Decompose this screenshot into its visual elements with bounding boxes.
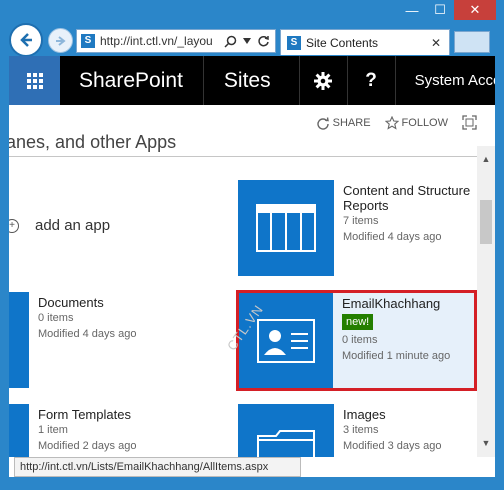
tab-title: Site Contents [306,35,379,50]
tile-name: Documents [38,295,104,310]
site-contents-page: SHARE FOLLOW anes, and other Apps + add … [9,105,477,457]
tile-modified: Modified 4 days ago [343,231,442,243]
window-border-right [495,59,504,477]
scrollbar-thumb[interactable] [480,200,492,244]
settings-button[interactable] [298,56,347,105]
address-bar[interactable]: S http://int.ctl.vn/_layou [76,29,276,53]
refresh-icon[interactable] [257,35,270,48]
tile-name: EmailKhachhang [342,296,441,311]
tile-item-count: 3 items [343,424,379,436]
back-arrow-icon [20,33,32,47]
page-actions: SHARE FOLLOW [316,115,477,130]
window-controls: — ☐ ✕ [398,0,496,22]
new-tab-button[interactable] [454,31,490,53]
tile-name: Content and Structure [343,183,471,198]
section-title: anes, and other Apps [9,132,177,152]
gear-icon [314,71,333,90]
tab-site-contents[interactable]: S Site Contents ✕ [280,29,450,55]
tile-modified: Modified 3 days ago [343,440,442,452]
status-bar-url: http://int.ctl.vn/Lists/EmailKhachhang/A… [14,457,301,477]
star-icon [384,115,399,130]
form-library-icon [9,404,29,457]
vertical-scrollbar[interactable]: ▲ ▼ [477,146,495,457]
forward-arrow-icon [55,35,66,46]
tile-item-count: 0 items [342,334,378,346]
account-menu[interactable]: System Acco [394,56,495,105]
tile-item-count: 7 items [343,215,379,227]
app-tile-content-structure-reports[interactable]: Content and Structure Reports 7 items Mo… [238,180,470,276]
share-button[interactable]: SHARE [316,116,371,130]
tab-close-icon[interactable]: ✕ [431,36,449,50]
search-icon[interactable] [224,35,237,48]
follow-label: FOLLOW [401,116,448,129]
app-launcher-button[interactable] [9,56,60,105]
sites-link[interactable]: Sites [204,56,299,105]
list-icon [238,180,334,276]
app-tile-emailkhachhang[interactable]: EmailKhachhang new! 0 items Modified 1 m… [239,293,450,388]
add-circle-icon: + [9,218,19,233]
tile-modified: Modified 4 days ago [38,328,137,340]
section-divider [9,156,477,157]
help-button[interactable]: ? [346,56,395,105]
share-icon [316,116,329,130]
tile-name: Images [343,407,386,422]
back-button[interactable] [9,23,43,57]
scroll-down-icon[interactable]: ▼ [477,434,495,452]
add-an-app-link[interactable]: + add an app [9,217,110,234]
waffle-icon [26,72,43,89]
sharepoint-favicon-icon: S [287,35,301,50]
share-label: SHARE [332,116,371,129]
window-border-bottom [0,477,504,490]
close-button[interactable]: ✕ [454,0,496,20]
tile-name-line2: Reports [343,198,389,213]
suite-bar: SharePoint Sites ? System Acco [9,56,495,105]
app-tile-documents[interactable]: Documents 0 items Modified 4 days ago [9,292,136,388]
dropdown-icon[interactable] [243,38,251,44]
document-library-icon [9,292,29,388]
app-tile-images[interactable]: Images 3 items Modified 3 days ago [238,404,441,457]
tile-item-count: 0 items [38,312,74,324]
minimize-button[interactable]: — [398,0,426,20]
address-text: http://int.ctl.vn/_layou [100,34,213,48]
new-badge: new! [342,314,374,330]
sharepoint-favicon-icon: S [81,34,95,48]
tile-name: Form Templates [38,407,131,422]
scroll-up-icon[interactable]: ▲ [477,150,495,168]
focus-mode-button[interactable] [462,115,477,130]
maximize-button[interactable]: ☐ [426,0,454,20]
tile-item-count: 1 item [38,424,68,436]
sharepoint-brand-link[interactable]: SharePoint [60,56,204,105]
app-tile-form-templates[interactable]: Form Templates 1 item Modified 2 days ag… [9,404,136,457]
tile-modified: Modified 2 days ago [38,440,137,452]
fullscreen-icon [462,115,477,130]
forward-button[interactable] [48,28,73,53]
window-border-left [0,59,9,477]
folder-icon [238,404,334,457]
follow-button[interactable]: FOLLOW [384,115,448,130]
add-app-label: add an app [35,217,111,234]
tile-modified: Modified 1 minute ago [342,350,451,362]
